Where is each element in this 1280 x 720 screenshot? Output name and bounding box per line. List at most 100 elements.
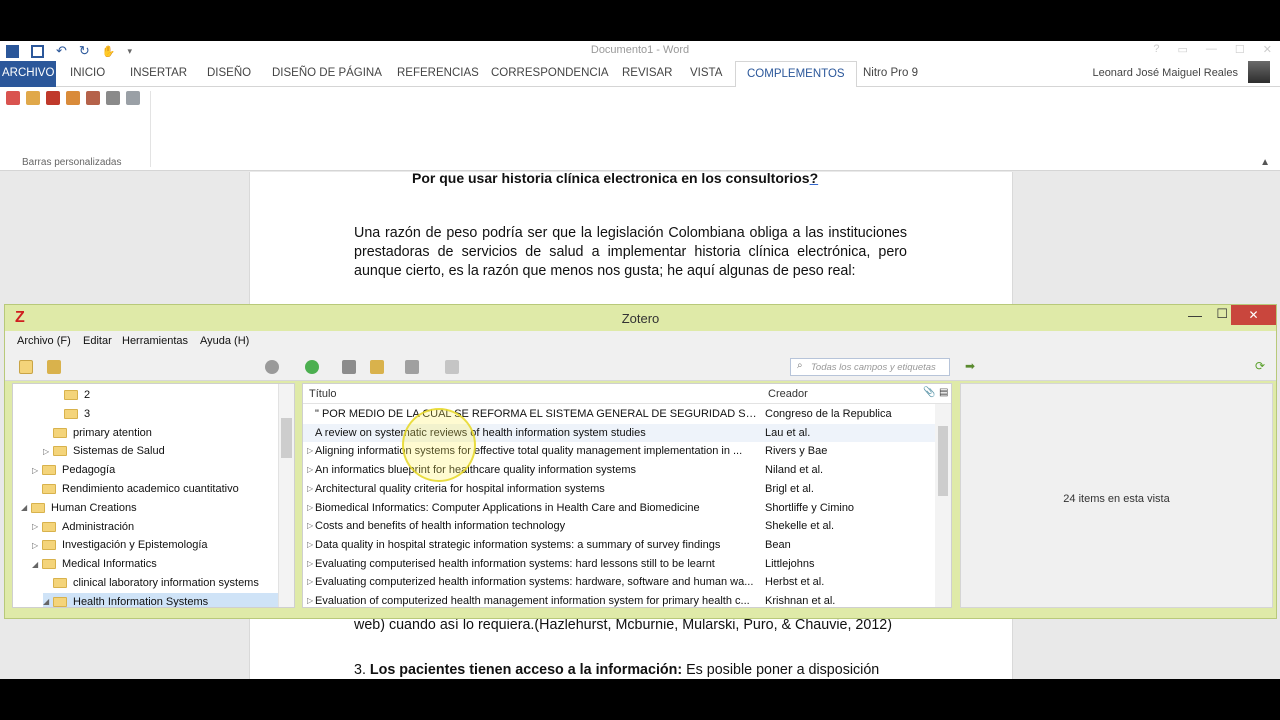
table-row[interactable]: ▷ Costs and benefits of health informatio… — [303, 517, 937, 536]
close-icon[interactable]: ✕ — [1263, 43, 1272, 56]
tab-complementos[interactable]: COMPLEMENTOS — [735, 61, 857, 88]
addin-icon-4[interactable] — [66, 91, 80, 105]
search-placeholder: Todas los campos y etiquetas — [811, 362, 936, 373]
collection-item[interactable]: ◢ Human Creations — [21, 499, 278, 517]
maximize-icon[interactable]: ☐ — [1235, 43, 1245, 56]
collection-item[interactable]: ▷ Investigación y Epistemología — [32, 536, 278, 554]
collection-item[interactable]: 3 — [54, 405, 278, 423]
addin-icon-1[interactable] — [6, 91, 20, 105]
tab-referencias[interactable]: REFERENCIAS — [397, 61, 479, 87]
table-row[interactable]: ▷ Architectural quality criteria for hosp… — [303, 480, 937, 499]
column-creator[interactable]: Creador — [768, 388, 808, 400]
actions-gear-icon[interactable] — [265, 360, 279, 374]
document-title: Documento1 - Word — [590, 44, 690, 56]
expand-twisty-icon[interactable]: ▷ — [32, 541, 42, 550]
table-row[interactable]: ▷ An informatics blueprint for healthcare… — [303, 461, 937, 480]
expand-twisty-icon[interactable]: ▷ — [43, 447, 53, 456]
help-icon[interactable]: ? — [1153, 43, 1159, 56]
table-row[interactable]: ▷ Aligning information systems for effect… — [303, 442, 937, 461]
new-item-icon[interactable] — [305, 360, 319, 374]
collection-item[interactable]: clinical laboratory information systems — [43, 574, 278, 592]
addin-icon-6[interactable] — [106, 91, 120, 105]
tab-correspondencia[interactable]: CORRESPONDENCIA — [491, 61, 609, 87]
tab-nitro[interactable]: Nitro Pro 9 — [863, 61, 918, 87]
table-row[interactable]: ▷ Evaluation of computerized health manag… — [303, 592, 937, 607]
minimize-icon[interactable]: — — [1188, 307, 1202, 323]
table-row[interactable]: ▷ Data quality in hospital strategic info… — [303, 536, 937, 555]
new-collection-icon[interactable] — [19, 360, 33, 374]
locate-arrow-icon[interactable]: ➡ — [965, 359, 975, 373]
user-name[interactable]: Leonard José Maiguel Reales — [1092, 67, 1238, 79]
ribbon-display-icon[interactable]: ▭ — [1178, 43, 1188, 56]
minimize-icon[interactable]: — — [1206, 43, 1217, 56]
tab-archivo[interactable]: ARCHIVO — [0, 61, 57, 87]
scrollbar-thumb[interactable] — [938, 426, 948, 496]
collection-item[interactable]: ▷ Sistemas de Salud — [43, 442, 278, 460]
collections-pane: 2 3 primary atention ▷ Sistemas de Salud ▷ Ped… — [12, 383, 295, 608]
expand-twisty-icon[interactable]: ◢ — [21, 503, 31, 512]
tab-diseno-pagina[interactable]: DISEÑO DE PÁGINA — [272, 61, 382, 87]
item-creator: Niland et al. — [765, 464, 824, 477]
collection-label: Sistemas de Salud — [73, 445, 165, 458]
expand-twisty-icon[interactable]: ◢ — [32, 560, 42, 569]
ribbon-group-label: Barras personalizadas — [22, 157, 122, 168]
folder-icon — [64, 390, 78, 400]
tab-insertar[interactable]: INSERTAR — [130, 61, 187, 87]
menu-herramientas[interactable]: Herramientas — [122, 335, 188, 347]
table-row[interactable]: ▷ Biomedical Informatics: Computer Applic… — [303, 499, 937, 518]
maximize-icon[interactable]: ☐ — [1216, 306, 1228, 322]
expand-twisty-icon[interactable]: ▷ — [32, 522, 42, 531]
collection-item[interactable]: ◢ Health Information Systems — [43, 592, 278, 607]
collection-item[interactable]: primary atention — [43, 424, 278, 442]
document-paragraph: Una razón de peso podría ser que la legi… — [354, 225, 907, 279]
table-row[interactable]: A review on systematic reviews of health… — [303, 423, 937, 443]
avatar[interactable] — [1248, 61, 1270, 83]
collection-item[interactable]: 2 — [54, 386, 278, 404]
add-by-identifier-icon[interactable] — [342, 360, 356, 374]
scrollbar-thumb[interactable] — [281, 418, 292, 458]
addin-icon-7[interactable] — [126, 91, 140, 105]
close-icon[interactable]: ✕ — [1231, 305, 1276, 325]
table-row[interactable]: ▷ Evaluating computerised health informat… — [303, 555, 937, 574]
expand-twisty-icon[interactable]: ◢ — [43, 597, 53, 606]
zotero-menubar: Archivo (F) Editar Herramientas Ayuda (H… — [5, 331, 1276, 353]
attachment-column-icon[interactable]: 📎 — [923, 387, 935, 398]
collection-item[interactable]: ▷ Pedagogía — [32, 461, 278, 479]
expand-twisty-icon[interactable]: ▷ — [32, 466, 42, 475]
zotero-titlebar[interactable]: Z Zotero — ☐ ✕ — [5, 305, 1276, 331]
addin-icon-2[interactable] — [26, 91, 40, 105]
folder-icon — [31, 502, 45, 513]
attachment-icon[interactable] — [405, 360, 419, 374]
tab-revisar[interactable]: REVISAR — [622, 61, 673, 87]
collection-item[interactable]: ▷ Administración — [32, 518, 278, 536]
heading-text: Por que usar historia clínica electronic… — [412, 170, 810, 186]
collection-label: Rendimiento academico cuantitativo — [62, 483, 239, 495]
advanced-search-icon[interactable] — [445, 360, 459, 374]
new-note-icon[interactable] — [370, 360, 384, 374]
items-scrollbar[interactable] — [935, 404, 951, 607]
menu-editar[interactable]: Editar — [83, 335, 112, 347]
table-row[interactable]: " POR MEDIO DE LA CUAL SE REFORMA EL SIS… — [303, 405, 937, 424]
new-group-icon[interactable] — [47, 360, 61, 374]
item-title: Data quality in hospital strategic infor… — [315, 538, 721, 551]
collections-scrollbar[interactable] — [278, 384, 294, 607]
tab-vista[interactable]: VISTA — [690, 61, 722, 87]
tab-diseno[interactable]: DISEÑO — [207, 61, 251, 87]
search-input[interactable]: ⌕ Todas los campos y etiquetas — [790, 358, 950, 376]
sync-icon[interactable]: ⟳ — [1255, 359, 1265, 373]
items-header: Título Creador 📎 ▤ — [303, 384, 951, 404]
collection-item[interactable]: Rendimiento academico cuantitativo — [32, 480, 278, 498]
menu-archivo[interactable]: Archivo (F) — [17, 335, 71, 347]
folder-icon — [42, 465, 56, 476]
collection-label: clinical laboratory information systems — [73, 577, 259, 589]
collapse-ribbon-icon[interactable]: ▲ — [1260, 157, 1270, 168]
item-creator: Lau et al. — [765, 426, 811, 439]
collection-item[interactable]: ◢ Medical Informatics — [32, 555, 278, 573]
column-title[interactable]: Título — [309, 388, 337, 400]
menu-ayuda[interactable]: Ayuda (H) — [200, 335, 249, 347]
table-row[interactable]: ▷ Evaluating computerized health informat… — [303, 573, 937, 592]
tab-inicio[interactable]: INICIO — [70, 61, 105, 87]
addin-icon-5[interactable] — [86, 91, 100, 105]
column-picker-icon[interactable]: ▤ — [939, 387, 948, 398]
addin-icon-3[interactable] — [46, 91, 60, 105]
